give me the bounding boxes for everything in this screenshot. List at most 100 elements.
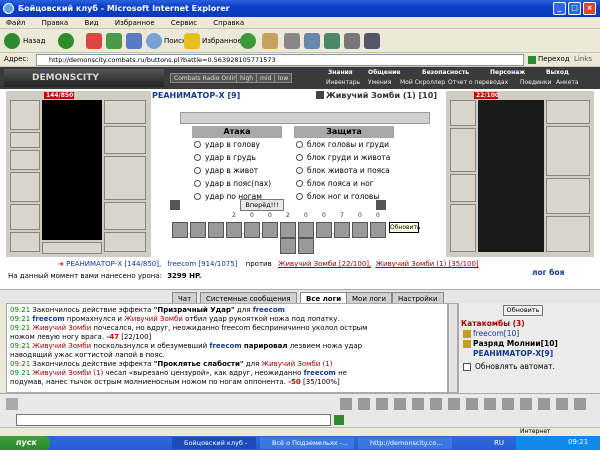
close-button[interactable]: × <box>583 2 596 15</box>
member-freecom[interactable]: freecom[10] <box>473 329 519 338</box>
forward-button[interactable]: Вперёд!!! <box>240 199 284 211</box>
address-input[interactable]: http://demonscity.combats.ru/buttons.pl?… <box>36 54 524 66</box>
helmet-slot[interactable] <box>10 100 40 130</box>
subnav-scroller[interactable]: Мой Скроллер <box>400 79 445 86</box>
auto-refresh-checkbox[interactable] <box>463 363 471 371</box>
earring-slot[interactable] <box>10 132 40 148</box>
spell-slot[interactable] <box>208 222 224 238</box>
tool-icon[interactable] <box>412 398 424 410</box>
player-name[interactable]: РЕАНИМАТОР-Х [9] <box>152 91 240 100</box>
rings-slot[interactable] <box>104 156 146 200</box>
tool-icon[interactable] <box>466 398 478 410</box>
search-icon[interactable] <box>146 33 162 49</box>
search-button[interactable]: Поиск <box>164 33 186 49</box>
tool-icon[interactable] <box>556 398 568 410</box>
vs-ally[interactable]: freecom [914/1075] <box>167 260 237 268</box>
spell-slot[interactable] <box>298 238 314 254</box>
smiles-icon[interactable] <box>6 398 18 410</box>
chat-scrollbar[interactable] <box>448 303 458 393</box>
minimize-button[interactable]: _ <box>553 2 566 15</box>
task-button-demonscity[interactable]: http://demonscity.co... <box>358 437 452 449</box>
amulet-slot[interactable] <box>10 150 40 170</box>
send-icon[interactable] <box>334 415 344 425</box>
block-belly-waist[interactable]: блок живота и пояса <box>296 165 390 177</box>
back-button[interactable]: Назад <box>23 33 45 49</box>
stop-icon[interactable] <box>86 33 102 49</box>
spell-slot[interactable] <box>334 222 350 238</box>
messenger-icon[interactable] <box>344 33 360 49</box>
spell-slot[interactable] <box>280 222 296 238</box>
spell-slot[interactable] <box>226 222 242 238</box>
vs-enemy-1[interactable]: Живучий Зомби [22/100], <box>278 260 371 268</box>
print-icon[interactable] <box>284 33 300 49</box>
tool-icon[interactable] <box>430 398 442 410</box>
spell-slot[interactable] <box>244 222 260 238</box>
forward-arrow-icon[interactable] <box>58 33 74 49</box>
weapon-slot[interactable] <box>10 172 40 202</box>
belt-slot[interactable] <box>10 232 40 252</box>
tool-icon[interactable] <box>574 398 586 410</box>
menu-favorites[interactable]: Избранное <box>115 19 155 27</box>
tool-icon[interactable] <box>364 33 380 49</box>
tool-icon[interactable] <box>376 398 388 410</box>
task-button-club[interactable]: Бойцовский клуб - М... <box>172 437 256 449</box>
chat-input[interactable] <box>16 414 331 426</box>
mail-icon[interactable] <box>262 33 278 49</box>
vs-enemy-2[interactable]: Живучий Зомби (1) [35/100] <box>375 260 478 268</box>
edit-icon[interactable] <box>304 33 320 49</box>
spell-slot[interactable] <box>298 222 314 238</box>
block-legs-head[interactable]: блок ног и головы <box>296 191 379 203</box>
attack-head[interactable]: удар в голову <box>194 139 260 151</box>
vs-player[interactable]: РЕАНИМАТОР-Х [144/850], <box>66 260 161 268</box>
radio-low[interactable]: low <box>274 73 293 83</box>
start-button[interactable]: пуск <box>0 436 50 450</box>
battle-log-link[interactable]: лог боя <box>532 268 564 277</box>
menu-file[interactable]: Файл <box>6 19 25 27</box>
radio-online[interactable]: Combats Radio Online <box>170 73 245 83</box>
enemy-name[interactable]: Живучий Зомби (1) [10] <box>326 91 437 100</box>
tool-icon[interactable] <box>502 398 514 410</box>
spell-slot[interactable] <box>190 222 206 238</box>
shield-slot[interactable] <box>104 126 146 154</box>
subnav-profile[interactable]: Анкета <box>556 79 579 86</box>
nav-character[interactable]: Персонаж <box>490 69 525 76</box>
media-icon[interactable] <box>240 33 256 49</box>
spell-slot[interactable] <box>172 222 188 238</box>
menu-tools[interactable]: Сервис <box>171 19 197 27</box>
go-button[interactable]: Переход <box>538 55 570 63</box>
refresh-icon[interactable] <box>106 33 122 49</box>
spell-slot[interactable] <box>370 222 386 238</box>
tool-icon[interactable] <box>340 398 352 410</box>
tool-icon[interactable] <box>358 398 370 410</box>
subnav-transfers[interactable]: Отчет о переводах <box>448 79 508 86</box>
spell-slot[interactable] <box>262 222 278 238</box>
back-arrow-icon[interactable] <box>4 33 20 49</box>
attack-waist[interactable]: удар в пояс(пах) <box>194 178 271 190</box>
attack-belly[interactable]: удар в живот <box>194 165 258 177</box>
side-refresh-button[interactable]: Обновить <box>503 305 543 316</box>
task-button-dungeons[interactable]: Всё о Подземельях -... <box>260 437 354 449</box>
nav-exit[interactable]: Выход <box>546 69 569 76</box>
spell-slot[interactable] <box>352 222 368 238</box>
block-chest-belly[interactable]: блок груди и живота <box>296 152 390 164</box>
member-reanimator[interactable]: РЕАНИМАТОР-Х[9] <box>473 349 553 358</box>
gloves-slot[interactable] <box>104 100 146 124</box>
subnav-inventory[interactable]: Инвентарь <box>326 79 360 86</box>
tool-icon[interactable] <box>520 398 532 410</box>
go-arrow-icon[interactable] <box>528 56 536 64</box>
armor-slot[interactable] <box>10 204 40 230</box>
maximize-button[interactable]: □ <box>568 2 581 15</box>
tool-icon[interactable] <box>538 398 550 410</box>
subnav-fights[interactable]: Поединки <box>520 79 551 86</box>
language-indicator[interactable]: RU <box>494 439 504 447</box>
legs-slot[interactable] <box>104 202 146 230</box>
block-waist-legs[interactable]: блок пояса и ног <box>296 178 374 190</box>
links-button[interactable]: Links <box>574 55 592 63</box>
radio-mid[interactable]: mid <box>256 73 276 83</box>
spell-slot[interactable] <box>280 238 296 254</box>
nav-knowledge[interactable]: Знания <box>328 69 353 76</box>
nav-social[interactable]: Общение <box>368 69 400 76</box>
favorites-star-icon[interactable] <box>184 33 200 49</box>
menu-view[interactable]: Вид <box>84 19 98 27</box>
tool-icon[interactable] <box>448 398 460 410</box>
